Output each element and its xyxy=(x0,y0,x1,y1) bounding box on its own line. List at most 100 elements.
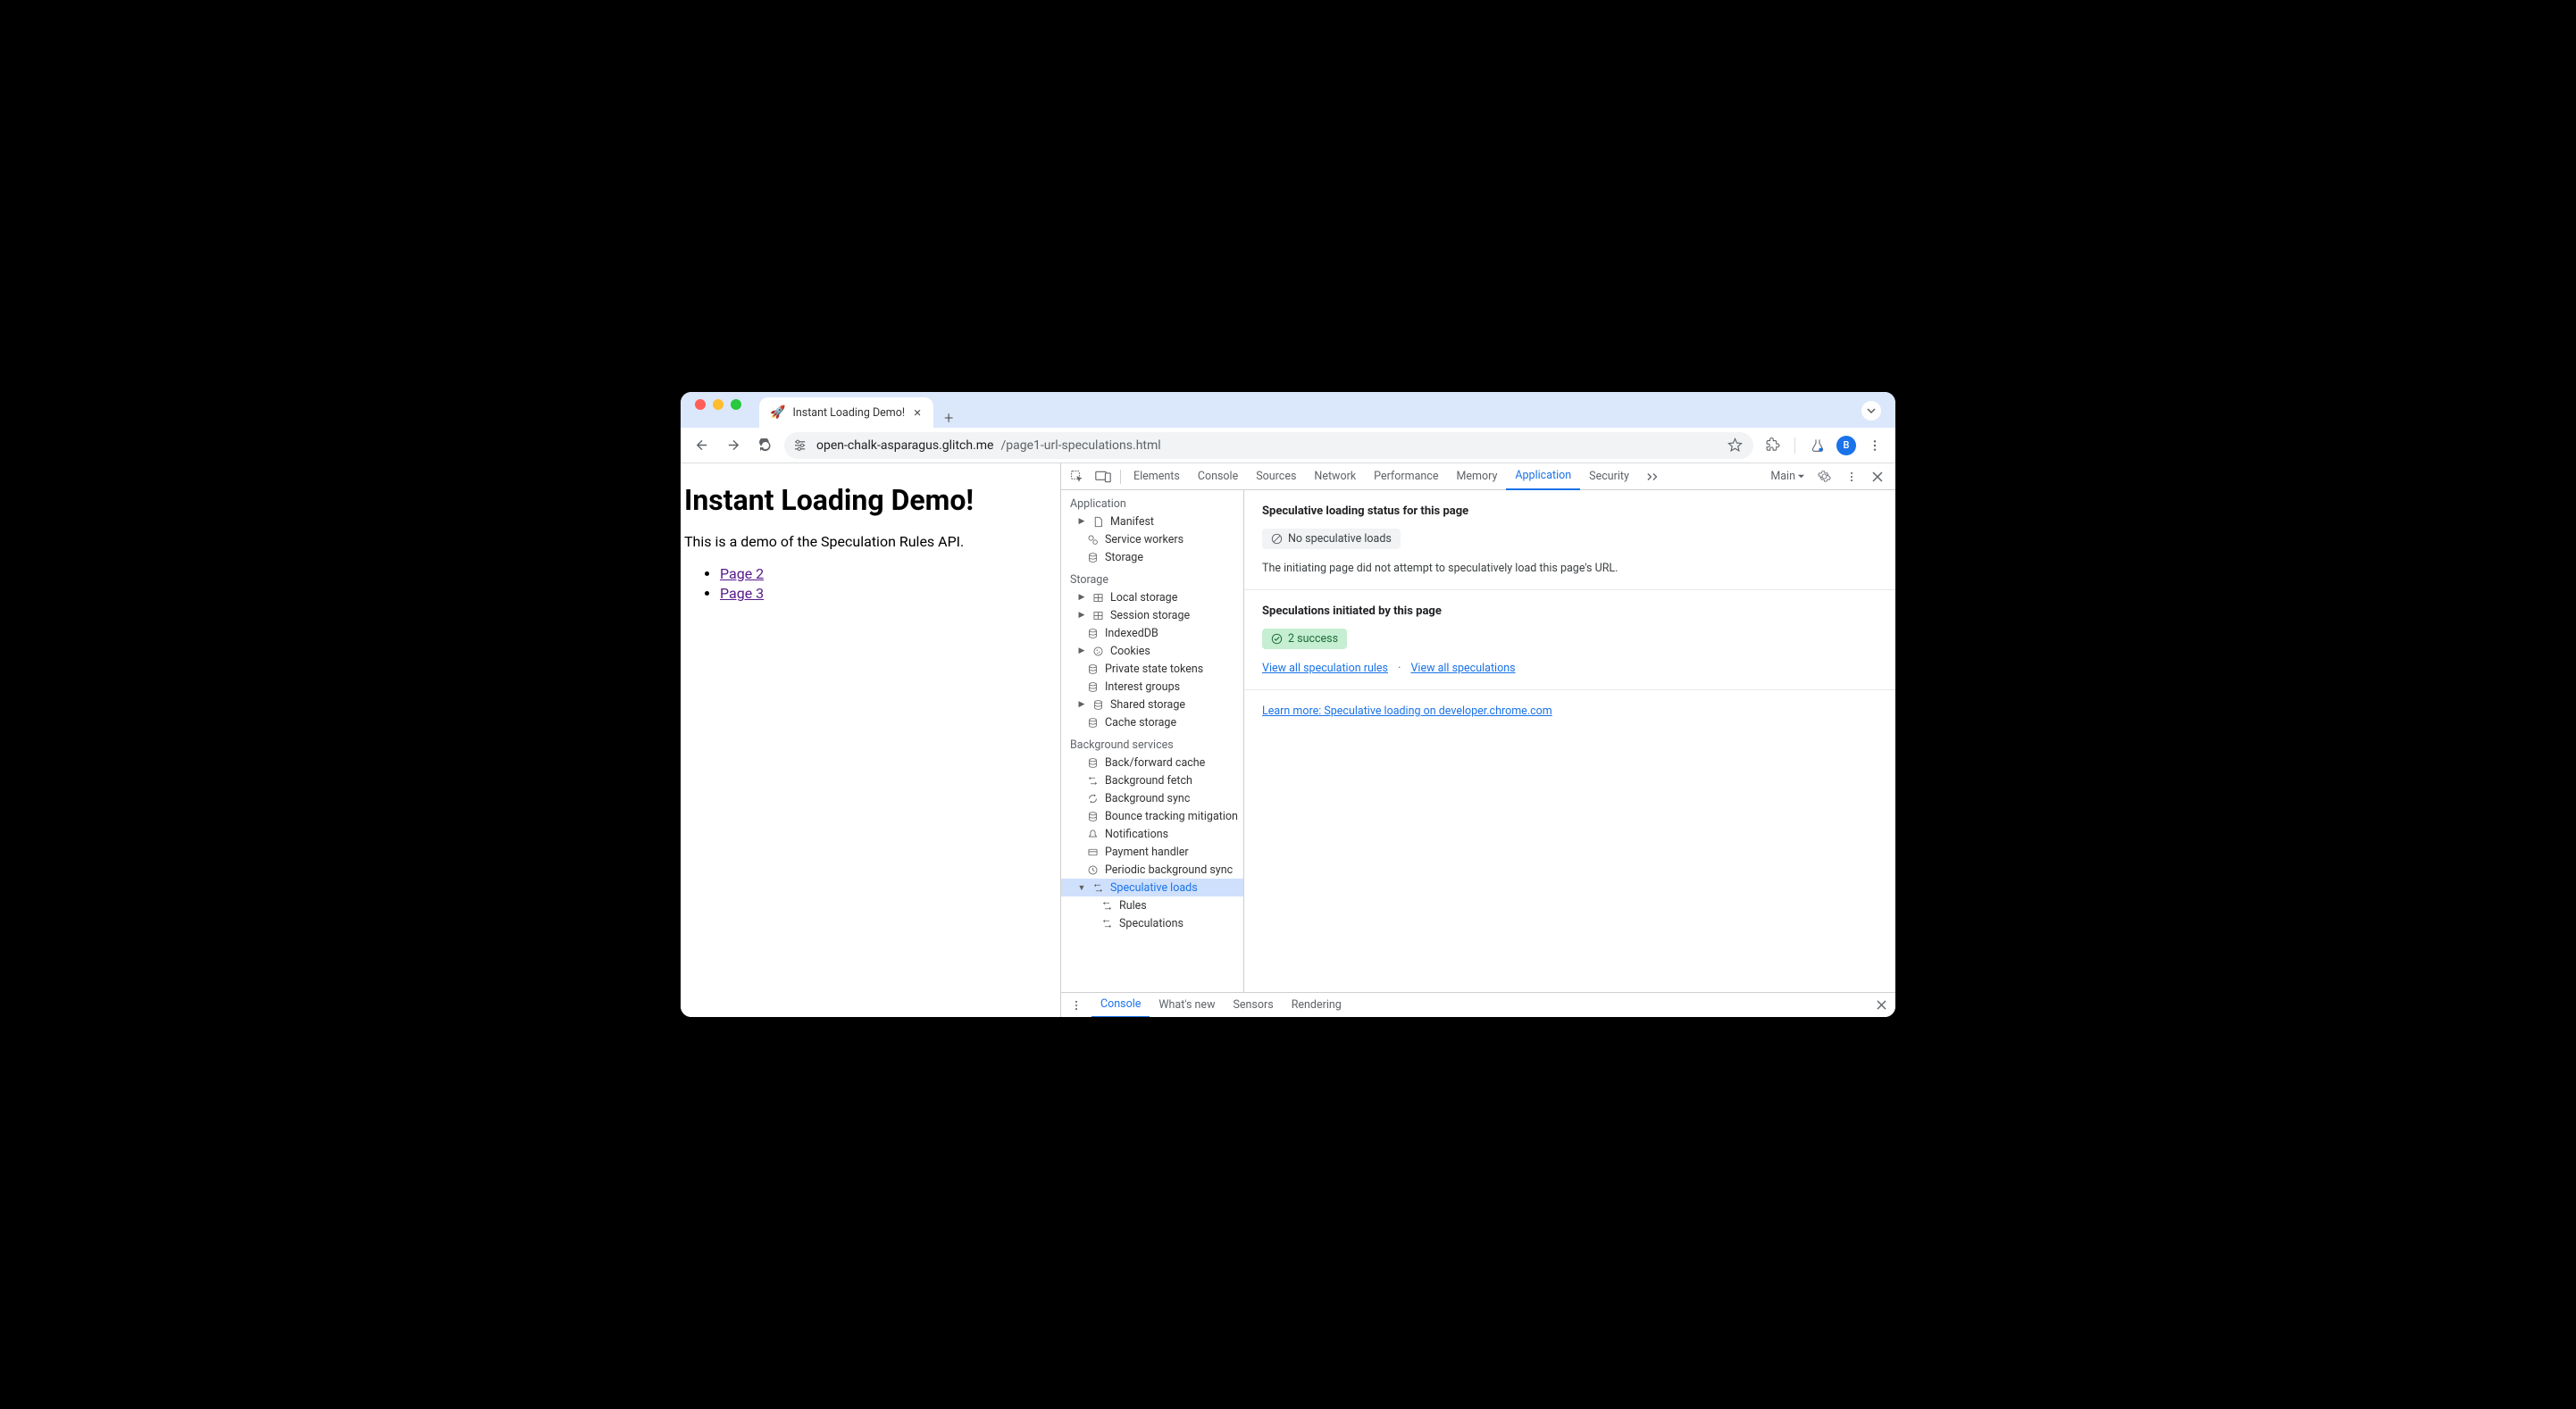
sidebar-item-indexeddb[interactable]: IndexedDB xyxy=(1061,624,1243,642)
address-bar[interactable]: open-chalk-asparagus.glitch.me/page1-url… xyxy=(784,432,1753,459)
tab-network[interactable]: Network xyxy=(1305,463,1365,490)
page-title: Instant Loading Demo! xyxy=(681,483,1060,517)
tab-memory[interactable]: Memory xyxy=(1447,463,1506,490)
status-badge: No speculative loads xyxy=(1262,529,1401,549)
devtools-settings-button[interactable] xyxy=(1812,470,1836,483)
maximize-window-button[interactable] xyxy=(731,399,741,410)
page-link[interactable]: Page 2 xyxy=(720,565,764,582)
bookmark-icon[interactable] xyxy=(1727,438,1743,453)
sidebar-item-interest-groups[interactable]: Interest groups xyxy=(1061,678,1243,696)
tab-elements[interactable]: Elements xyxy=(1125,463,1189,490)
sidebar-item-bounce-tracking-mitigation[interactable]: Bounce tracking mitigation xyxy=(1061,807,1243,825)
sidebar-item-periodic-background-sync[interactable]: Periodic background sync xyxy=(1061,861,1243,879)
sidebar-item-local-storage[interactable]: ▶Local storage xyxy=(1061,588,1243,606)
profile-avatar[interactable]: B xyxy=(1836,436,1856,455)
device-toolbar-button[interactable] xyxy=(1090,471,1117,483)
cookie-icon xyxy=(1091,646,1105,657)
sidebar-item-notifications[interactable]: Notifications xyxy=(1061,825,1243,843)
learn-more-link[interactable]: Learn more: Speculative loading on devel… xyxy=(1262,704,1552,718)
devtools-menu-button[interactable] xyxy=(1840,471,1863,483)
sidebar-item-rules[interactable]: Rules xyxy=(1061,896,1243,914)
sidebar-section-storage: Storage xyxy=(1061,566,1243,588)
tab-strip-overflow xyxy=(1861,401,1888,428)
url-host: open-chalk-asparagus.glitch.me xyxy=(816,438,993,453)
extensions-button[interactable] xyxy=(1759,432,1786,459)
expand-arrow-icon: ▶ xyxy=(1077,646,1086,655)
close-devtools-button[interactable] xyxy=(1867,471,1888,482)
gears-icon xyxy=(1086,534,1100,546)
db-icon xyxy=(1086,552,1100,563)
sidebar-item-service-workers[interactable]: Service workers xyxy=(1061,530,1243,548)
sidebar-item-private-state-tokens[interactable]: Private state tokens xyxy=(1061,660,1243,678)
window-controls xyxy=(688,399,752,421)
sidebar-item-cache-storage[interactable]: Cache storage xyxy=(1061,713,1243,731)
reload-button[interactable] xyxy=(752,432,779,459)
expand-arrow-icon: ▶ xyxy=(1077,593,1086,602)
sidebar-item-back-forward-cache[interactable]: Back/forward cache xyxy=(1061,754,1243,771)
labs-button[interactable] xyxy=(1804,432,1831,459)
devtools-body: Application ▶ManifestService workersStor… xyxy=(1061,490,1895,992)
db-icon xyxy=(1086,663,1100,675)
tabs-overflow-button[interactable] xyxy=(1638,463,1669,490)
sidebar-item-speculations[interactable]: Speculations xyxy=(1061,914,1243,932)
bell-icon xyxy=(1086,829,1100,840)
sidebar-item-speculative-loads[interactable]: ▼ Speculative loads xyxy=(1061,879,1243,896)
sidebar-item-shared-storage[interactable]: ▶ Shared storage xyxy=(1061,696,1243,713)
close-tab-button[interactable]: × xyxy=(912,404,923,421)
sidebar-item-label: Manifest xyxy=(1110,515,1154,529)
tab-console[interactable]: Console xyxy=(1189,463,1247,490)
sidebar-item-storage[interactable]: Storage xyxy=(1061,548,1243,566)
speculative-status-section: Speculative loading status for this page… xyxy=(1244,490,1895,590)
inspect-element-button[interactable] xyxy=(1065,470,1090,484)
arrows-icon xyxy=(1100,900,1114,912)
drawer-menu-button[interactable] xyxy=(1061,993,1091,1018)
sidebar-item-session-storage[interactable]: ▶Session storage xyxy=(1061,606,1243,624)
arrows-icon xyxy=(1100,918,1114,930)
sidebar-item-label: Cache storage xyxy=(1105,716,1176,730)
tab-favicon: 🚀 xyxy=(770,405,785,420)
view-rules-link[interactable]: View all speculation rules xyxy=(1262,662,1388,675)
arrows-icon xyxy=(1086,775,1100,787)
target-selector[interactable]: Main xyxy=(1767,470,1809,483)
browser-tab[interactable]: 🚀 Instant Loading Demo! × xyxy=(759,397,933,428)
sidebar-item-payment-handler[interactable]: Payment handler xyxy=(1061,843,1243,861)
back-button[interactable] xyxy=(688,432,715,459)
sidebar-item-background-fetch[interactable]: Background fetch xyxy=(1061,771,1243,789)
close-drawer-button[interactable] xyxy=(1868,1000,1895,1010)
sidebar-item-cookies[interactable]: ▶Cookies xyxy=(1061,642,1243,660)
content-area: Instant Loading Demo! This is a demo of … xyxy=(681,463,1895,1017)
drawer-tab-rendering[interactable]: Rendering xyxy=(1283,993,1351,1018)
application-main: Speculative loading status for this page… xyxy=(1244,490,1895,992)
close-window-button[interactable] xyxy=(695,399,706,410)
view-speculations-link[interactable]: View all speculations xyxy=(1410,662,1515,675)
tabs-dropdown-button[interactable] xyxy=(1861,401,1881,421)
tab-sources[interactable]: Sources xyxy=(1247,463,1305,490)
tab-performance[interactable]: Performance xyxy=(1365,463,1447,490)
drawer-tab-sensors[interactable]: Sensors xyxy=(1224,993,1282,1018)
drawer-tab-whatsnew[interactable]: What's new xyxy=(1150,993,1224,1018)
expand-arrow-icon: ▶ xyxy=(1077,517,1086,526)
db-icon xyxy=(1091,699,1105,711)
page-link[interactable]: Page 3 xyxy=(720,585,764,602)
sidebar-item-label: Speculative loads xyxy=(1110,881,1198,895)
new-tab-button[interactable]: + xyxy=(933,409,964,428)
sidebar-item-background-sync[interactable]: Background sync xyxy=(1061,789,1243,807)
sidebar-item-label: Payment handler xyxy=(1105,846,1189,859)
browser-menu-button[interactable] xyxy=(1861,432,1888,459)
expand-arrow-icon: ▶ xyxy=(1077,700,1086,709)
tab-security[interactable]: Security xyxy=(1580,463,1638,490)
sidebar-item-manifest[interactable]: ▶ Manifest xyxy=(1061,513,1243,530)
tab-application[interactable]: Application xyxy=(1506,463,1580,490)
forward-button[interactable] xyxy=(720,432,747,459)
toolbar-divider xyxy=(1794,438,1795,454)
db-icon xyxy=(1086,811,1100,822)
minimize-window-button[interactable] xyxy=(713,399,723,410)
drawer-tab-console[interactable]: Console xyxy=(1091,993,1150,1018)
sidebar-item-label: Shared storage xyxy=(1110,698,1185,712)
header-divider xyxy=(1120,470,1121,484)
site-settings-icon[interactable] xyxy=(795,439,809,452)
grid-icon xyxy=(1091,610,1105,621)
speculations-initiated-section: Speculations initiated by this page 2 su… xyxy=(1244,590,1895,690)
sidebar-item-label: Background sync xyxy=(1105,792,1190,805)
expand-arrow-icon: ▼ xyxy=(1077,883,1086,893)
